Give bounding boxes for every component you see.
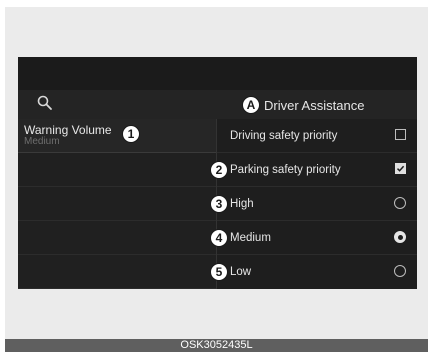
- option-medium[interactable]: 4 Medium: [210, 221, 417, 255]
- radio-dot: [397, 234, 403, 240]
- radio-medium[interactable]: [394, 231, 406, 243]
- menu-empty-row: [18, 153, 216, 187]
- menu-item-label: Warning Volume: [24, 123, 112, 137]
- callout-badge-1: 1: [122, 125, 140, 143]
- callout-badge-3: 3: [210, 194, 228, 213]
- option-label: Driving safety priority: [230, 129, 338, 142]
- radio-low[interactable]: [394, 265, 406, 277]
- radio-high[interactable]: [394, 197, 406, 209]
- option-label: Parking safety priority: [230, 163, 341, 176]
- page-title: Driver Assistance: [264, 97, 365, 113]
- option-driving-safety-priority[interactable]: Driving safety priority: [217, 119, 417, 153]
- checkmark-icon: [396, 165, 405, 172]
- menu-item-value: Medium: [24, 136, 60, 147]
- callout-badge-2: 2: [210, 160, 228, 179]
- menu-empty-row: [18, 187, 216, 221]
- menu-item-warning-volume[interactable]: Warning Volume Medium 1: [18, 119, 216, 153]
- options-list: Driving safety priority 2 Parking safety…: [210, 119, 417, 289]
- option-label: Low: [230, 266, 252, 278]
- search-icon[interactable]: [36, 94, 54, 112]
- status-bar: [18, 57, 417, 90]
- menu-empty-row: [18, 255, 216, 289]
- menu-empty-row: [18, 221, 216, 255]
- checkbox-driving-safety-priority[interactable]: [395, 129, 406, 140]
- settings-header: A Driver Assistance: [18, 90, 417, 119]
- option-parking-safety-priority[interactable]: 2 Parking safety priority: [210, 153, 417, 187]
- callout-badge-a: A: [242, 96, 260, 114]
- settings-menu: Warning Volume Medium 1: [18, 119, 216, 289]
- option-label: High: [230, 197, 254, 210]
- option-label: Medium: [230, 231, 271, 244]
- page-title-group: A Driver Assistance: [242, 95, 364, 115]
- figure-code-caption: OSK3052435L: [5, 339, 428, 352]
- callout-badge-4: 4: [210, 228, 228, 247]
- callout-badge-5: 5: [210, 263, 228, 281]
- option-high[interactable]: 3 High: [210, 187, 417, 221]
- option-low[interactable]: 5 Low: [210, 255, 417, 289]
- checkbox-parking-safety-priority[interactable]: [395, 163, 406, 174]
- infotainment-screen: A Driver Assistance Warning Volume Mediu…: [18, 57, 417, 289]
